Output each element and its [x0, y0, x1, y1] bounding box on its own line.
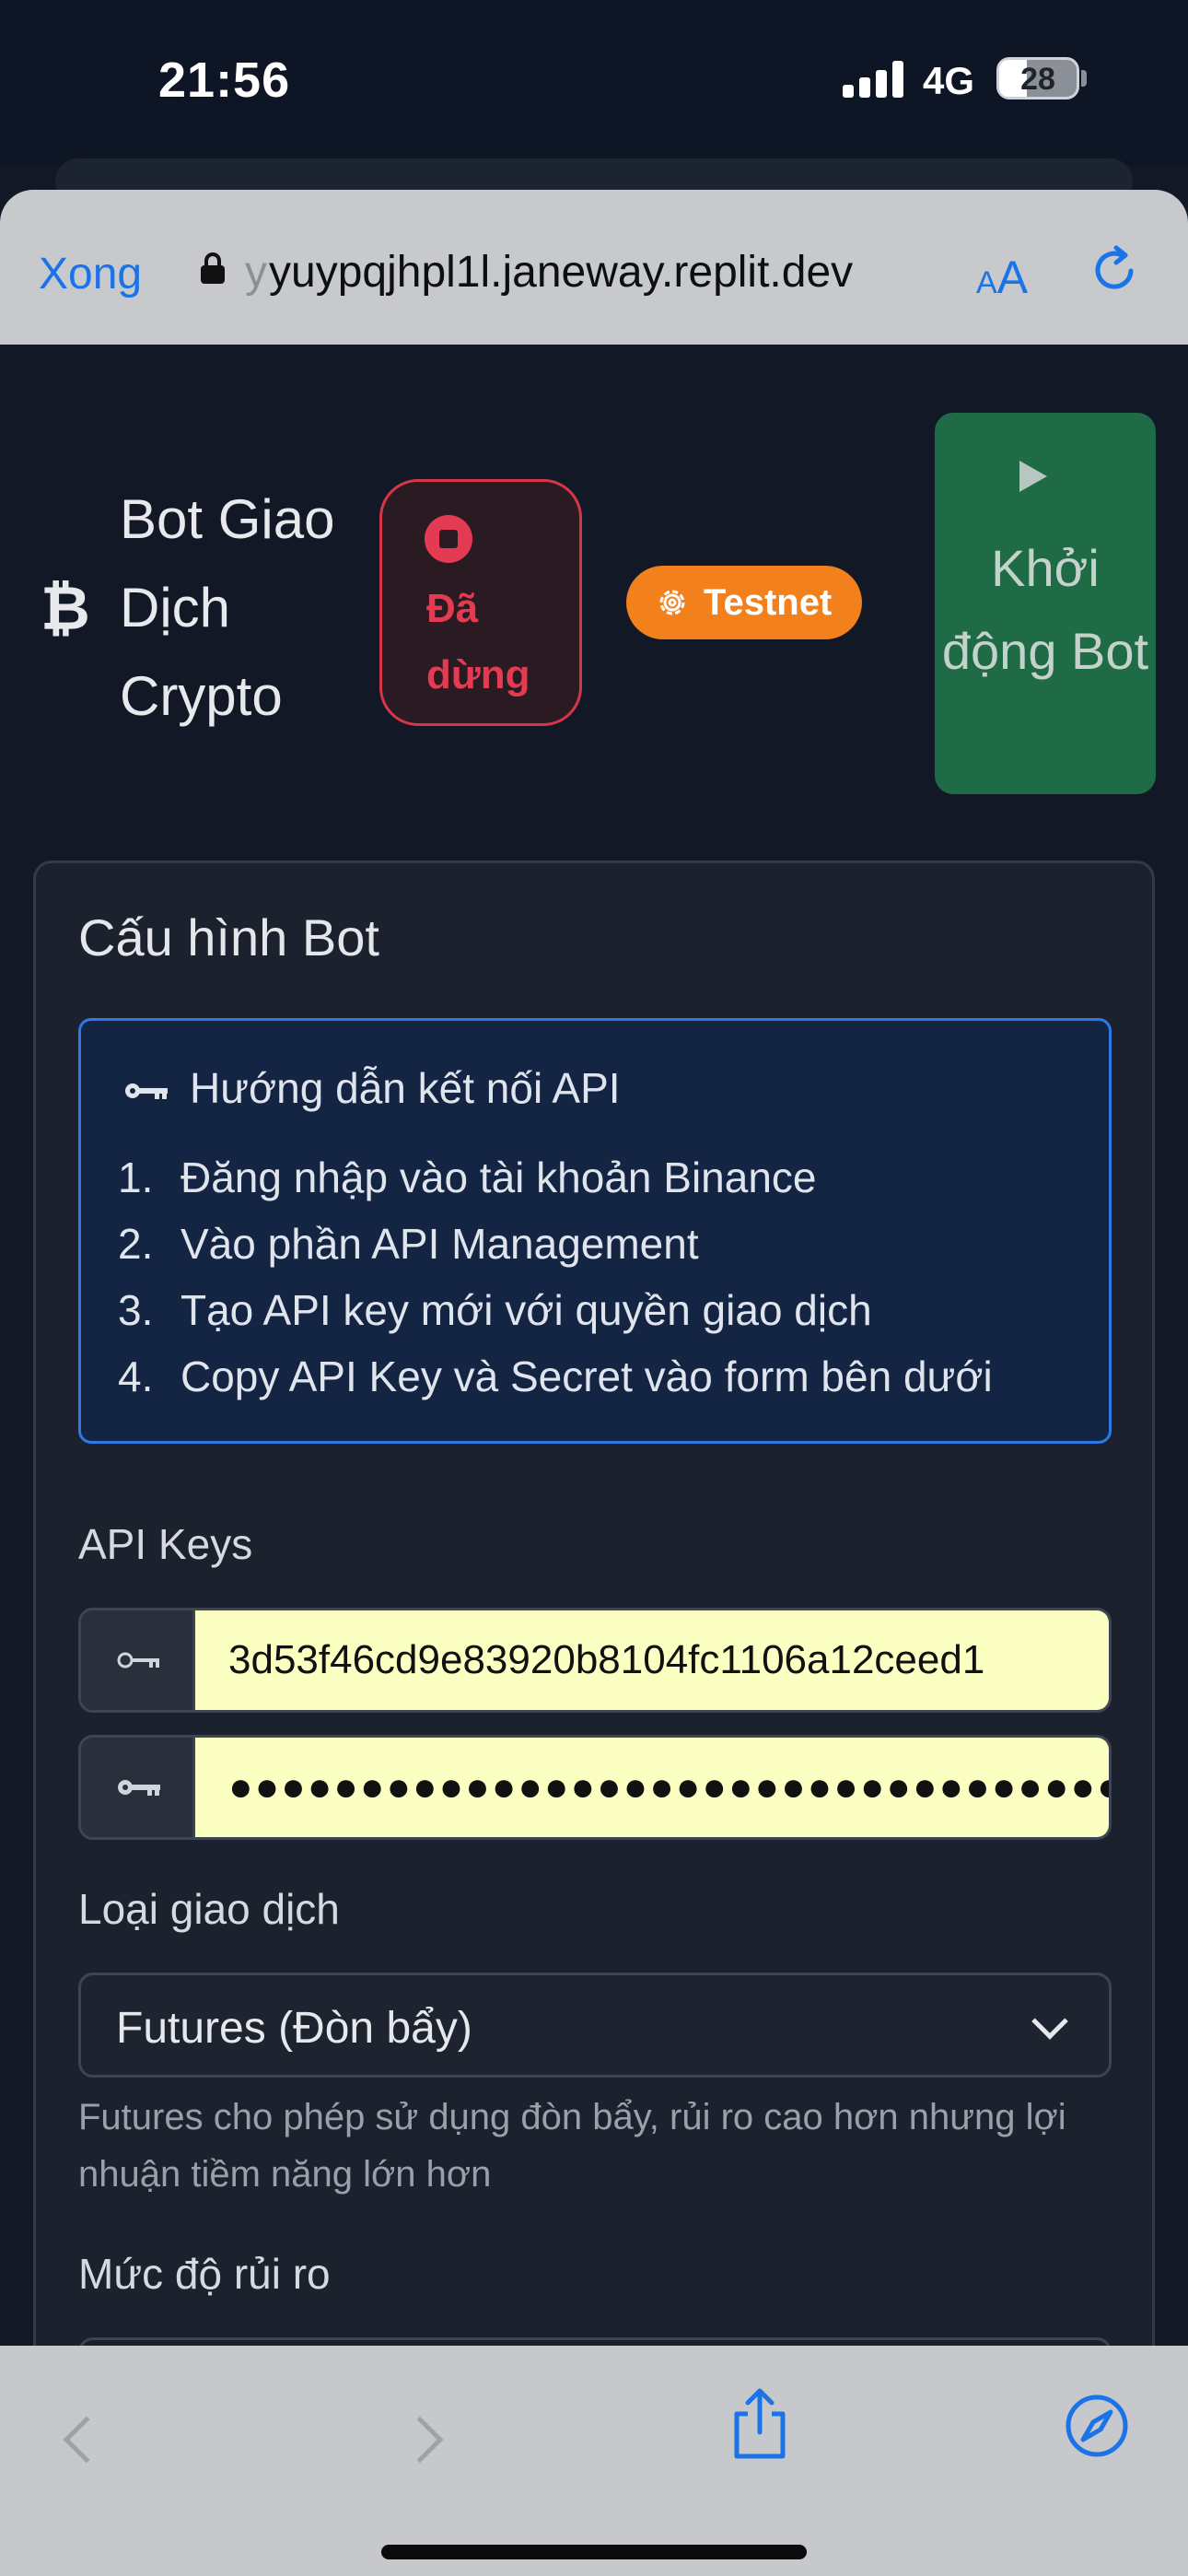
- risk-level-label: Mức độ rủi ro: [78, 2250, 331, 2298]
- screen: 21:56 4G 28 Xong y yuypqjhpl1l.janeway.r…: [0, 0, 1188, 2576]
- trade-type-select[interactable]: Futures (Đòn bẩy): [78, 1973, 1112, 2078]
- address-bar-url[interactable]: yuypqjhpl1l.janeway.replit.dev: [269, 247, 853, 298]
- api-key-input[interactable]: 3d53f46cd9e83920b8104fc1106a12ceed1: [195, 1610, 1109, 1710]
- api-key-group: 3d53f46cd9e83920b8104fc1106a12ceed1: [78, 1608, 1112, 1713]
- text-size-icon[interactable]: AA: [976, 251, 1028, 304]
- network-type: 4G: [923, 59, 975, 102]
- config-card: Cấu hình Bot Hướng dẫn kết nối API 1. Đăn…: [33, 861, 1155, 2427]
- done-button[interactable]: Xong: [39, 249, 142, 299]
- testnet-label: Testnet: [704, 582, 833, 623]
- forward-arrow-icon[interactable]: [396, 2416, 444, 2464]
- testnet-badge: Testnet: [626, 566, 862, 639]
- battery-level: 28: [1020, 62, 1055, 97]
- battery-icon: 28: [996, 57, 1079, 100]
- start-bot-button[interactable]: Khởi động Bot: [935, 413, 1156, 794]
- guide-title: Hướng dẫn kết nối API: [190, 1064, 621, 1112]
- status-badge: Đã dừng: [379, 479, 582, 726]
- page-title: Bot Giao Dịch Crypto: [120, 488, 335, 727]
- key-icon: [118, 1780, 160, 1796]
- api-secret-addon: [81, 1738, 195, 1837]
- lock-icon: [201, 252, 225, 284]
- start-bot-label: Khởi động Bot: [941, 539, 1149, 680]
- chevron-down-icon: [1031, 2003, 1068, 2040]
- api-keys-label: API Keys: [78, 1520, 253, 1568]
- card-title: Cấu hình Bot: [78, 908, 379, 966]
- home-indicator[interactable]: [381, 2545, 807, 2559]
- url-prefix: y: [245, 248, 267, 297]
- share-icon[interactable]: [728, 2386, 792, 2460]
- api-guide-box: Hướng dẫn kết nối API 1. Đăng nhập vào tà…: [78, 1018, 1112, 1444]
- status-bar: 21:56 4G 28: [0, 0, 1188, 166]
- reload-icon[interactable]: [1089, 243, 1142, 297]
- battery-tip: [1081, 70, 1087, 87]
- play-icon: [1019, 461, 1047, 492]
- trade-type-help: Futures cho phép sử dụng đòn bẩy, rủi ro…: [78, 2097, 1066, 2195]
- stop-circle-icon: [425, 515, 472, 563]
- browser-bottom-toolbar: [0, 2346, 1188, 2576]
- back-arrow-icon[interactable]: [63, 2416, 111, 2464]
- compass-icon[interactable]: [1065, 2394, 1129, 2458]
- api-secret-group: ●●●●●●●●●●●●●●●●●●●●●●●●●●●●●●●●●●●: [78, 1735, 1112, 1840]
- trade-type-label: Loại giao dịch: [78, 1885, 340, 1933]
- list-item: 3. Tạo API key mới với quyền giao dịch: [118, 1286, 872, 1334]
- trade-type-value: Futures (Đòn bẩy): [116, 2004, 472, 2053]
- gear-icon: [659, 590, 685, 615]
- key-outline-icon: [117, 1652, 159, 1669]
- page-content: ₿ Bot Giao Dịch Crypto Đã dừng Testnet K…: [0, 345, 1188, 2427]
- list-item: 4. Copy API Key và Secret vào form bên dư…: [118, 1352, 993, 1400]
- api-secret-input[interactable]: ●●●●●●●●●●●●●●●●●●●●●●●●●●●●●●●●●●●: [195, 1738, 1109, 1837]
- guide-steps: 1. Đăng nhập vào tài khoản Binance 2. Vào …: [118, 1144, 993, 1410]
- api-key-addon: [81, 1610, 195, 1710]
- list-item: 2. Vào phần API Management: [118, 1220, 699, 1268]
- browser-toolbar: Xong y yuypqjhpl1l.janeway.replit.dev AA: [0, 190, 1188, 345]
- status-label: Đã dừng: [426, 586, 530, 697]
- status-time: 21:56: [158, 53, 291, 108]
- cellular-signal-icon: [843, 61, 903, 98]
- list-item: 1. Đăng nhập vào tài khoản Binance: [118, 1153, 817, 1201]
- key-icon: [125, 1083, 168, 1099]
- bitcoin-icon: ₿: [41, 574, 90, 642]
